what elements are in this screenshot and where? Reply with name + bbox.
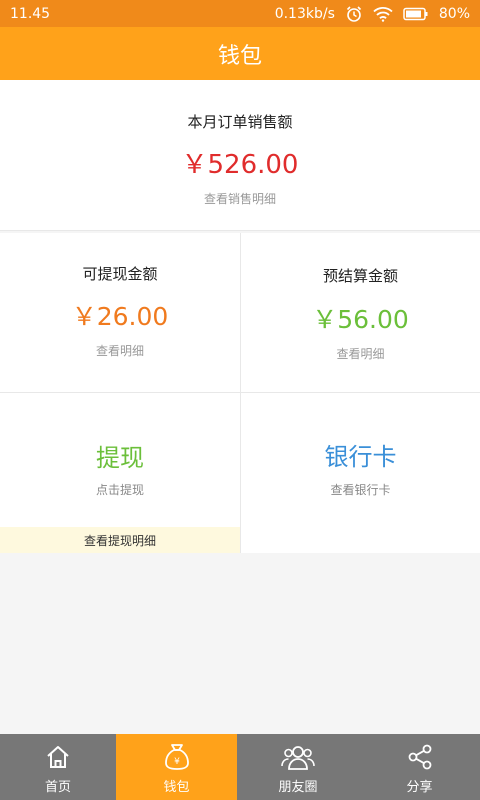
tab-friends-label: 朋友圈	[278, 780, 318, 795]
monthly-sales-label: 本月订单销售额	[187, 113, 293, 131]
status-right: 0.13kb/s 80%	[275, 5, 470, 23]
pending-settlement-label: 预结算金额	[322, 267, 398, 285]
tab-home-label: 首页	[44, 780, 71, 795]
wallet-grid: 可提现金额 ￥26.00 查看明细 预结算金额 ￥56.00 查看明细 提现 点…	[0, 233, 480, 553]
pending-detail-link[interactable]: 查看明细	[241, 345, 480, 362]
bank-card-button[interactable]: 银行卡 查看银行卡	[241, 393, 480, 553]
app-header: 钱包	[0, 27, 480, 80]
battery-level: 80%	[438, 5, 470, 22]
alarm-icon	[345, 5, 363, 23]
tab-share-label: 分享	[406, 780, 433, 795]
withdraw-subtitle: 点击提现	[95, 483, 144, 497]
withdraw-title: 提现	[96, 444, 144, 472]
tab-wallet-label: 钱包	[163, 780, 190, 795]
bottom-tab-bar: 首页 ¥ 钱包 朋友圈 分享	[0, 734, 480, 800]
status-bar: 11.45 0.13kb/s 80%	[0, 0, 480, 27]
tab-friends[interactable]: 朋友圈	[237, 734, 359, 800]
page-title: 钱包	[217, 43, 262, 69]
withdrawable-amount: ￥26.00	[71, 302, 169, 331]
network-speed: 0.13kb/s	[274, 5, 335, 22]
pending-settlement-amount: ￥56.00	[312, 305, 409, 334]
view-sales-detail-link[interactable]: 查看销售明细	[0, 190, 480, 207]
svg-text:¥: ¥	[174, 757, 180, 767]
withdrawable-amount-card[interactable]: 可提现金额 ￥26.00 查看明细	[0, 233, 240, 392]
tab-home[interactable]: 首页	[0, 734, 116, 800]
share-icon	[406, 742, 434, 772]
status-time: 11.45	[10, 5, 51, 22]
friends-icon	[281, 742, 315, 772]
tab-wallet[interactable]: ¥ 钱包	[116, 734, 237, 800]
withdrawable-detail-link[interactable]: 查看明细	[0, 342, 240, 359]
bank-card-title: 银行卡	[324, 443, 397, 471]
bank-card-subtitle: 查看银行卡	[330, 483, 391, 497]
tab-share[interactable]: 分享	[359, 734, 480, 800]
wifi-icon	[373, 6, 393, 22]
withdraw-detail-link[interactable]: 查看提现明细	[0, 527, 240, 553]
monthly-sales-amount: ￥526.00	[181, 150, 299, 180]
home-icon	[44, 742, 72, 772]
battery-icon	[403, 7, 429, 21]
withdrawable-label: 可提现金额	[82, 265, 158, 283]
wallet-icon: ¥	[163, 742, 191, 772]
monthly-sales-card: 本月订单销售额 ￥526.00 查看销售明细	[0, 80, 480, 231]
pending-settlement-card[interactable]: 预结算金额 ￥56.00 查看明细	[241, 233, 480, 392]
